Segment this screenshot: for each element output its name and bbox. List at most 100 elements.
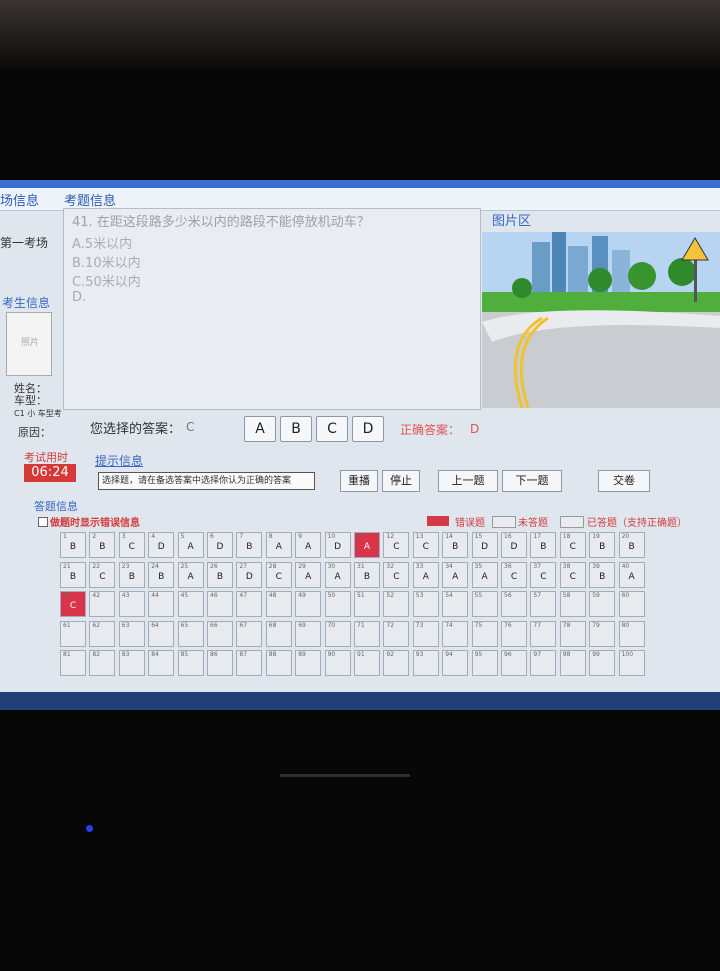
- question-cell[interactable]: 77: [530, 620, 557, 647]
- question-cell[interactable]: 17 B: [530, 532, 557, 558]
- question-cell[interactable]: 27 D: [236, 561, 263, 588]
- question-cell[interactable]: 47: [236, 591, 263, 617]
- question-cell[interactable]: 69: [295, 620, 322, 647]
- question-cell[interactable]: 79: [589, 620, 616, 647]
- question-cell[interactable]: 34 A: [442, 561, 469, 588]
- question-cell[interactable]: 90: [324, 650, 351, 676]
- question-cell[interactable]: 56: [501, 591, 527, 617]
- answer-button-a[interactable]: A: [244, 416, 276, 442]
- question-cell[interactable]: 52: [383, 591, 410, 617]
- question-cell[interactable]: 67: [236, 620, 263, 647]
- question-cell[interactable]: 33 A: [412, 561, 439, 588]
- question-cell[interactable]: 86: [207, 650, 233, 676]
- question-cell[interactable]: 64: [148, 620, 175, 647]
- question-cell[interactable]: 20 B: [618, 532, 645, 558]
- question-cell[interactable]: 97: [530, 650, 557, 676]
- question-cell[interactable]: 45: [177, 591, 204, 617]
- question-cell[interactable]: 42: [89, 591, 116, 617]
- question-cell[interactable]: 4D: [148, 532, 175, 558]
- question-cell[interactable]: 57: [530, 591, 557, 617]
- submit-exam-button[interactable]: 交卷: [598, 470, 650, 492]
- question-cell[interactable]: 40 A: [618, 561, 645, 588]
- question-cell[interactable]: 24 B: [148, 561, 175, 588]
- answer-button-c[interactable]: C: [316, 416, 348, 442]
- question-cell[interactable]: 87: [236, 650, 263, 676]
- question-cell[interactable]: 74: [442, 620, 469, 647]
- question-cell[interactable]: 60: [618, 591, 645, 617]
- question-cell[interactable]: 82: [89, 650, 116, 676]
- question-cell[interactable]: 70: [324, 620, 351, 647]
- question-cell[interactable]: 98: [559, 650, 586, 676]
- question-cell[interactable]: 71: [354, 620, 380, 647]
- question-cell[interactable]: 15 D: [471, 532, 498, 558]
- question-cell[interactable]: 48: [265, 591, 292, 617]
- question-cell[interactable]: 7B: [236, 532, 263, 558]
- question-cell[interactable]: 14 B: [442, 532, 469, 558]
- question-cell[interactable]: 54: [442, 591, 469, 617]
- question-cell[interactable]: 16 D: [501, 532, 527, 558]
- question-cell[interactable]: 19 B: [589, 532, 616, 558]
- question-cell[interactable]: 55: [471, 591, 498, 617]
- question-cell[interactable]: 18 C: [559, 532, 586, 558]
- question-cell[interactable]: 53: [412, 591, 439, 617]
- question-cell[interactable]: 3C: [118, 532, 145, 558]
- prev-question-button[interactable]: 上一题: [438, 470, 498, 492]
- show-errors-checkbox[interactable]: [38, 517, 48, 527]
- stop-button[interactable]: 停止: [382, 470, 420, 492]
- question-cell[interactable]: 63: [118, 620, 145, 647]
- question-cell[interactable]: 2B: [89, 532, 116, 558]
- question-cell[interactable]: 73: [412, 620, 439, 647]
- question-cell[interactable]: 84: [148, 650, 175, 676]
- question-cell[interactable]: 23 B: [118, 561, 145, 588]
- question-cell[interactable]: 25 A: [177, 561, 204, 588]
- question-cell[interactable]: 89: [295, 650, 322, 676]
- question-cell[interactable]: 80: [618, 620, 645, 647]
- question-cell[interactable]: 37 C: [530, 561, 557, 588]
- question-cell[interactable]: 9A: [295, 532, 322, 558]
- question-cell[interactable]: 43: [118, 591, 145, 617]
- question-cell[interactable]: 21 B: [60, 561, 86, 588]
- tab-venue-info[interactable]: 场信息: [0, 190, 39, 209]
- question-cell[interactable]: 61: [60, 620, 86, 647]
- question-cell[interactable]: 78: [559, 620, 586, 647]
- question-cell[interactable]: 95: [471, 650, 498, 676]
- question-cell[interactable]: 39 B: [589, 561, 616, 588]
- question-cell[interactable]: 51: [354, 591, 380, 617]
- question-cell[interactable]: 6D: [207, 532, 233, 558]
- question-cell[interactable]: 44: [148, 591, 175, 617]
- question-cell[interactable]: 8A: [265, 532, 292, 558]
- answer-button-d[interactable]: D: [352, 416, 384, 442]
- question-cell[interactable]: 29 A: [295, 561, 322, 588]
- question-cell[interactable]: 68: [265, 620, 292, 647]
- question-cell[interactable]: 93: [412, 650, 439, 676]
- question-cell[interactable]: 62: [89, 620, 116, 647]
- question-cell[interactable]: 83: [118, 650, 145, 676]
- question-cell[interactable]: 26 B: [207, 561, 233, 588]
- question-cell[interactable]: 28 C: [265, 561, 292, 588]
- question-cell[interactable]: 22 C: [89, 561, 116, 588]
- answer-button-b[interactable]: B: [280, 416, 312, 442]
- question-cell[interactable]: 1B: [60, 532, 86, 558]
- question-cell[interactable]: 94: [442, 650, 469, 676]
- question-cell[interactable]: 35 A: [471, 561, 498, 588]
- question-cell[interactable]: 65: [177, 620, 204, 647]
- question-cell[interactable]: 5A: [177, 532, 204, 558]
- question-cell[interactable]: 49: [295, 591, 322, 617]
- question-cell[interactable]: 59: [589, 591, 616, 617]
- question-cell[interactable]: 100: [618, 650, 645, 676]
- question-cell[interactable]: 91: [354, 650, 380, 676]
- question-cell[interactable]: 31 B: [354, 561, 380, 588]
- question-cell[interactable]: 75: [471, 620, 498, 647]
- question-cell[interactable]: 13 C: [412, 532, 439, 558]
- question-cell[interactable]: 66: [207, 620, 233, 647]
- question-cell[interactable]: 81: [60, 650, 86, 676]
- question-cell[interactable]: 76: [501, 620, 527, 647]
- question-cell[interactable]: 12 C: [383, 532, 410, 558]
- question-cell[interactable]: 72: [383, 620, 410, 647]
- tab-exam-info[interactable]: 考题信息: [64, 190, 116, 209]
- question-cell[interactable]: 30 A: [324, 561, 351, 588]
- question-cell[interactable]: 99: [589, 650, 616, 676]
- question-cell[interactable]: 50: [324, 591, 351, 617]
- question-cell[interactable]: 41 C: [60, 591, 86, 617]
- question-cell[interactable]: 46: [207, 591, 233, 617]
